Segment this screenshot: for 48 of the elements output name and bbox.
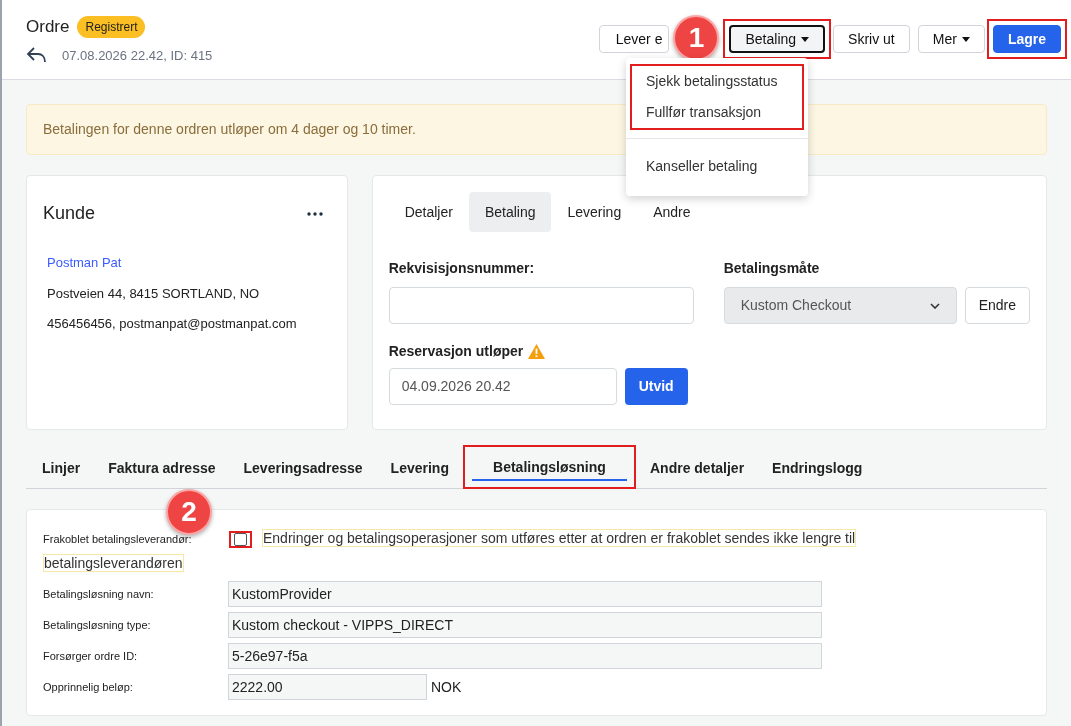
status-badge: Registrert [77,15,146,38]
field-label: Frakoblet betalingsleverandør: [43,532,193,547]
detail-tab[interactable]: Detaljer [388,192,469,232]
detail-tab[interactable]: Betaling [468,192,552,232]
order-meta: 07.08.2026 22.42, ID: 415 [62,46,213,65]
field-label: Betalingsløsning navn: [43,586,155,602]
detail-tab[interactable]: Andre [637,192,707,232]
section-tab[interactable]: Andre detaljer [635,455,759,481]
readonly-field[interactable]: KustomProvider [228,581,822,607]
currency-label: NOK [431,677,462,697]
chevron-down-icon [929,302,940,309]
toolbar-button[interactable]: Lever e [598,25,670,53]
amount-field[interactable]: 2222.00 [228,674,427,700]
customer-name-link[interactable]: Postman Pat [47,253,331,273]
change-button[interactable]: Endre [964,287,1030,324]
section-tab[interactable]: Faktura adresse [94,455,230,481]
reservation-field[interactable]: 04.09.2026 20.42 [388,368,617,405]
payment-method-select[interactable]: Kustom Checkout [723,287,957,324]
readonly-field[interactable]: 5-26e97-f5a [228,643,822,669]
callout-badge: 1 [673,15,720,61]
section-tab[interactable]: Linjer [28,455,95,481]
warning-icon [528,344,546,359]
menu-item[interactable]: Sjekk betalingsstatus [632,66,802,97]
toolbar-button[interactable]: Mer [917,25,985,53]
callout-badge: 2 [166,489,212,535]
field-label: Rekvisisjonsnummer: [388,259,536,278]
field-label: Forsørger ordre ID: [43,648,139,664]
detail-tab[interactable]: Levering [551,192,638,232]
field-label: Betalingsmåte [723,259,821,278]
card-title: Kunde [43,202,96,225]
requisition-field[interactable] [388,287,694,324]
section-tab[interactable]: Leveringsadresse [229,455,377,481]
more-icon[interactable] [306,211,323,216]
extend-button[interactable]: Utvid [624,368,688,405]
toolbar-button[interactable]: Skriv ut [833,25,910,53]
toolbar-button[interactable]: Betaling [729,25,826,53]
reply-arrow-icon[interactable] [26,46,48,65]
page-title: Ordre [26,16,70,38]
readonly-field[interactable]: Kustom checkout - VIPPS_DIRECT [228,612,822,638]
section-tab[interactable]: Endringslogg [758,455,877,481]
field-label: Opprinnelig beløp: [43,679,134,695]
field-label: Reservasjon utløper [388,342,524,361]
disconnected-checkbox[interactable] [234,532,247,546]
toolbar-button[interactable]: Lagre [992,25,1061,53]
section-tab[interactable]: Levering [376,455,463,481]
customer-address: Postveien 44, 8415 SORTLAND, NO [47,284,261,303]
field-label: Betalingsløsning type: [43,617,152,633]
customer-contact: 456456456, postmanpat@postmanpat.com [47,315,298,333]
